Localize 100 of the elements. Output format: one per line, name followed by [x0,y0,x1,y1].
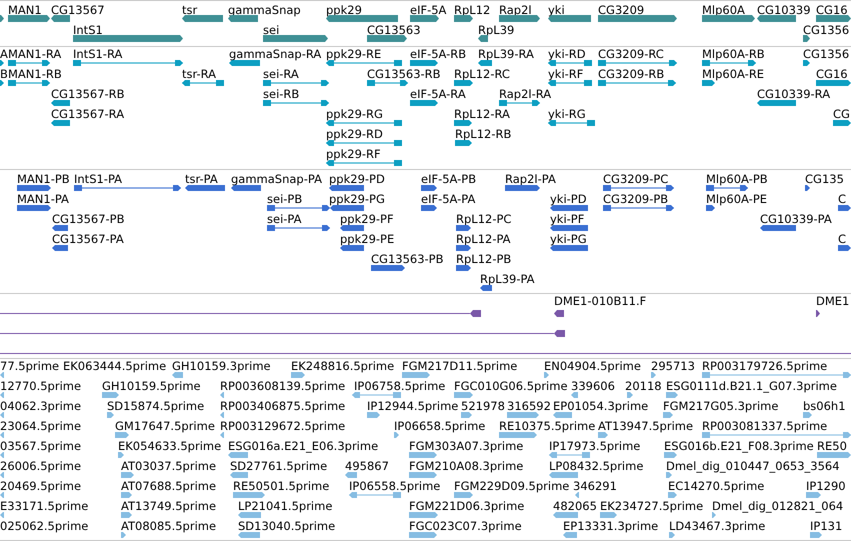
feature-label: eIF-5A-RB [410,47,466,61]
feature-label: RP003179726.5prime [702,359,828,373]
feature-label: eIF-5A [410,3,446,17]
feature-label: FGC010G06.5prime [454,379,568,393]
feature-label: ppk29-PG [329,192,385,206]
feature-label: Mlp60A-PB [706,172,768,186]
feature-label: 495867 [345,459,389,473]
feature-label: yki-RG [548,107,586,121]
feature-label: Mlp60A [702,3,745,17]
feature-label: FGM303A07.3prime [409,439,524,453]
feature-label: FGM221D06.3prime [409,499,524,513]
feature-label: MAN1-RB [8,67,62,81]
feature-label: CG3209-PC [603,172,668,186]
feature-label: CG13563-PB [371,252,444,266]
feature-label: RpL12-PB [456,252,512,266]
feature-label: Dmel_dig_012821_064 [712,499,844,513]
feature-label: 77.5prime [0,359,60,373]
feature-label: CG10339-PA [760,212,832,226]
feature-label: 482065 [553,499,597,513]
feature-label: sei [263,23,280,37]
feature-label: Dmel_dig_010447_0653_3564 [666,459,840,473]
feature-label: yki-PF [550,212,584,226]
feature-label: ppk29 [326,3,362,17]
feature-label: CG3209-RB [598,67,664,81]
feature-label: ppk29-RG [326,107,383,121]
feature-label: RE10375.5prime [499,419,596,433]
feature-label: yki-RF [548,67,584,81]
feature-label: ppk29-PF [340,212,394,226]
feature-label: sei-PA [267,212,302,226]
feature-label: FGC023C07.3prime [409,519,522,533]
feature-label: ppk29-RE [326,47,382,61]
feature-label: 025062.5prime [0,519,88,533]
feature-label: CG13563 [367,23,421,37]
feature-label: CG1356 [803,47,850,61]
feature-label: yki-PD [550,192,587,206]
feature-label: FGM210A08.3prime [409,459,524,473]
feature-label: yki [548,3,565,17]
feature-label: CG13567-RA [51,107,124,121]
feature-label: tsr-PA [185,172,218,186]
feature-label: CG10339-RA [757,87,830,101]
feature-label: FGM217D11.5prime [402,359,518,373]
feature-label: EC14270.5prime [668,479,764,493]
feature-label: EK248816.5prime [291,359,394,373]
feature-label: sei-RB [263,87,300,101]
feature-label: LD43467.3prime [669,519,766,533]
feature-label: DME1 [816,294,850,308]
feature-label: gammaSnap [228,3,301,17]
feature-label: C [838,232,846,246]
feature-label: 26006.5prime [0,459,82,473]
feature-label: RP003608139.5prime [220,379,346,393]
feature-label: EP13331.3prime [563,519,658,533]
feature-label: eIF-5A-PA [421,192,476,206]
feature-label: C [838,192,846,206]
feature-label: CG135 [805,172,844,186]
feature-label: EK063444.5prime [63,359,166,373]
feature-label: CG3209-PB [603,192,668,206]
feature-label: GM17647.5prime [115,419,215,433]
feature-label: IP131 [810,519,842,533]
feature-label: RE50501.5prime [233,479,330,493]
feature-label: 339606 [571,379,615,393]
feature-label: FGM229D09.5prime [454,479,570,493]
feature-label: RpL12 [454,3,490,17]
feature-label: ppk29-PE [340,232,394,246]
feature-label: RpL39 [478,23,514,37]
feature-label: ppk29-RD [326,127,383,141]
feature-label: tsr-RA [182,67,216,81]
feature-label: EK054633.5prime [118,439,222,453]
feature-label: Mlp60A-RE [702,67,764,81]
feature-label: AT13749.5prime [121,499,216,513]
feature-label: CG1356 [803,23,850,37]
feature-label: CG3209 [598,3,644,17]
feature-label: bs06h1 [803,399,846,413]
feature-label: E33171.5prime [0,499,88,513]
feature-label: IP06758.5prime [354,379,446,393]
feature-label: RpL12-PC [456,212,512,226]
feature-label: IntS1 [73,23,103,37]
feature-label: EP01054.3prime [553,399,648,413]
feature-label: RpL39-PA [480,272,535,286]
feature-label: Mlp60A-RB [702,47,765,61]
feature-label: 346291 [573,479,617,493]
feature-label: CG13567-RB [51,87,125,101]
feature-label: gammaSnap-PA [231,172,322,186]
feature-label: GH10159.3prime [172,359,271,373]
feature-label: IP12944.5prime [367,399,458,413]
feature-label: CG3209-RC [598,47,664,61]
feature-label: RpL12-RB [455,127,512,141]
feature-label: yki-RD [548,47,586,61]
feature-label: B [0,67,8,81]
feature-label: AT03037.5prime [121,459,216,473]
feature-label: sei-RA [263,67,299,81]
feature-label: tsr [182,3,198,17]
feature-label: ppk29-RF [326,147,381,161]
feature-label: 12770.5prime [0,379,82,393]
feature-label: 04062.3prime [0,399,82,413]
feature-label: RE50 [817,439,847,453]
feature-label: ESG016b.E21_F08.3prime [664,439,814,453]
feature-label: CG16 [816,3,848,17]
feature-label: A [0,47,8,61]
feature-label: LP08432.5prime [549,459,644,473]
feature-label: CG10339 [757,3,811,17]
